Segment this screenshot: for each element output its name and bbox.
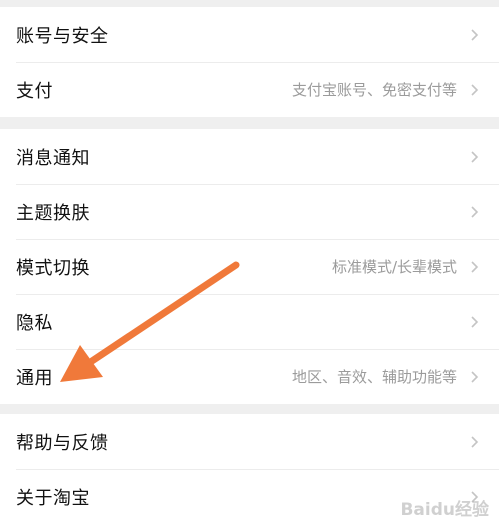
settings-item-label: 模式切换 — [16, 257, 90, 279]
settings-item-label: 主题换肤 — [16, 202, 90, 224]
settings-item-privacy[interactable]: 隐私 — [0, 294, 499, 349]
settings-item-label: 通用 — [16, 367, 53, 389]
settings-item-help-feedback[interactable]: 帮助与反馈 — [0, 414, 499, 469]
chevron-right-icon — [471, 315, 479, 328]
settings-item-label: 关于淘宝 — [16, 487, 90, 509]
chevron-right-icon — [471, 83, 479, 96]
settings-item-general[interactable]: 通用 地区、音效、辅助功能等 — [0, 349, 499, 404]
settings-item-label: 隐私 — [16, 312, 53, 334]
chevron-right-icon — [471, 28, 479, 41]
chevron-right-icon — [471, 435, 479, 448]
chevron-right-icon — [471, 260, 479, 273]
settings-item-detail: 标准模式/长辈模式 — [331, 258, 457, 276]
settings-group-account: 账号与安全 支付 支付宝账号、免密支付等 — [0, 7, 499, 117]
settings-item-label: 消息通知 — [16, 147, 90, 169]
settings-item-mode-switch[interactable]: 模式切换 标准模式/长辈模式 — [0, 239, 499, 294]
settings-item-label: 帮助与反馈 — [16, 432, 109, 454]
settings-item-notifications[interactable]: 消息通知 — [0, 129, 499, 184]
watermark: Baidu经验 — [400, 500, 489, 520]
chevron-right-icon — [471, 370, 479, 383]
settings-page: 账号与安全 支付 支付宝账号、免密支付等 消息通知 主题换肤 模式切换 标准模式… — [0, 0, 499, 524]
settings-item-detail: 地区、音效、辅助功能等 — [291, 368, 457, 386]
settings-group-general: 消息通知 主题换肤 模式切换 标准模式/长辈模式 隐私 通用 地区、音效、辅助功… — [0, 129, 499, 404]
settings-item-theme[interactable]: 主题换肤 — [0, 184, 499, 239]
settings-item-label: 账号与安全 — [16, 25, 109, 47]
settings-item-detail: 支付宝账号、免密支付等 — [291, 81, 457, 99]
chevron-right-icon — [471, 150, 479, 163]
chevron-right-icon — [471, 205, 479, 218]
settings-item-payment[interactable]: 支付 支付宝账号、免密支付等 — [0, 62, 499, 117]
settings-item-label: 支付 — [16, 80, 53, 102]
settings-item-account-security[interactable]: 账号与安全 — [0, 7, 499, 62]
